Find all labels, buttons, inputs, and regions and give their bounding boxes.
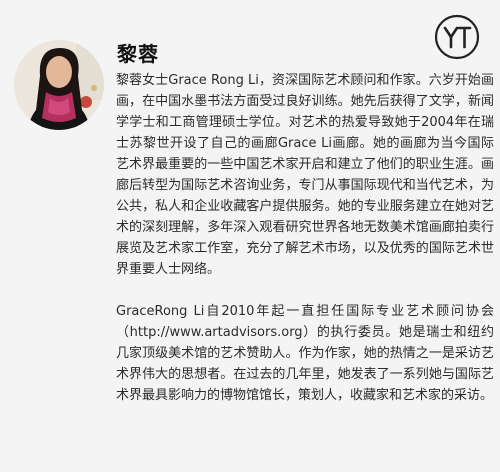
yt-logo	[434, 14, 480, 60]
bio-paragraph-2: GraceRong Li自2010年起一直担任国际专业艺术顾问协会（http:/…	[116, 304, 494, 403]
bio-paragraph-1: 黎蓉女士Grace Rong Li，资深国际艺术顾问和作家。六岁开始画画，在中国…	[116, 73, 494, 277]
profile-avatar	[14, 40, 104, 130]
profile-bio: 黎蓉女士Grace Rong Li，资深国际艺术顾问和作家。六岁开始画画，在中国…	[116, 70, 494, 406]
profile-name: 黎蓉	[117, 42, 159, 66]
